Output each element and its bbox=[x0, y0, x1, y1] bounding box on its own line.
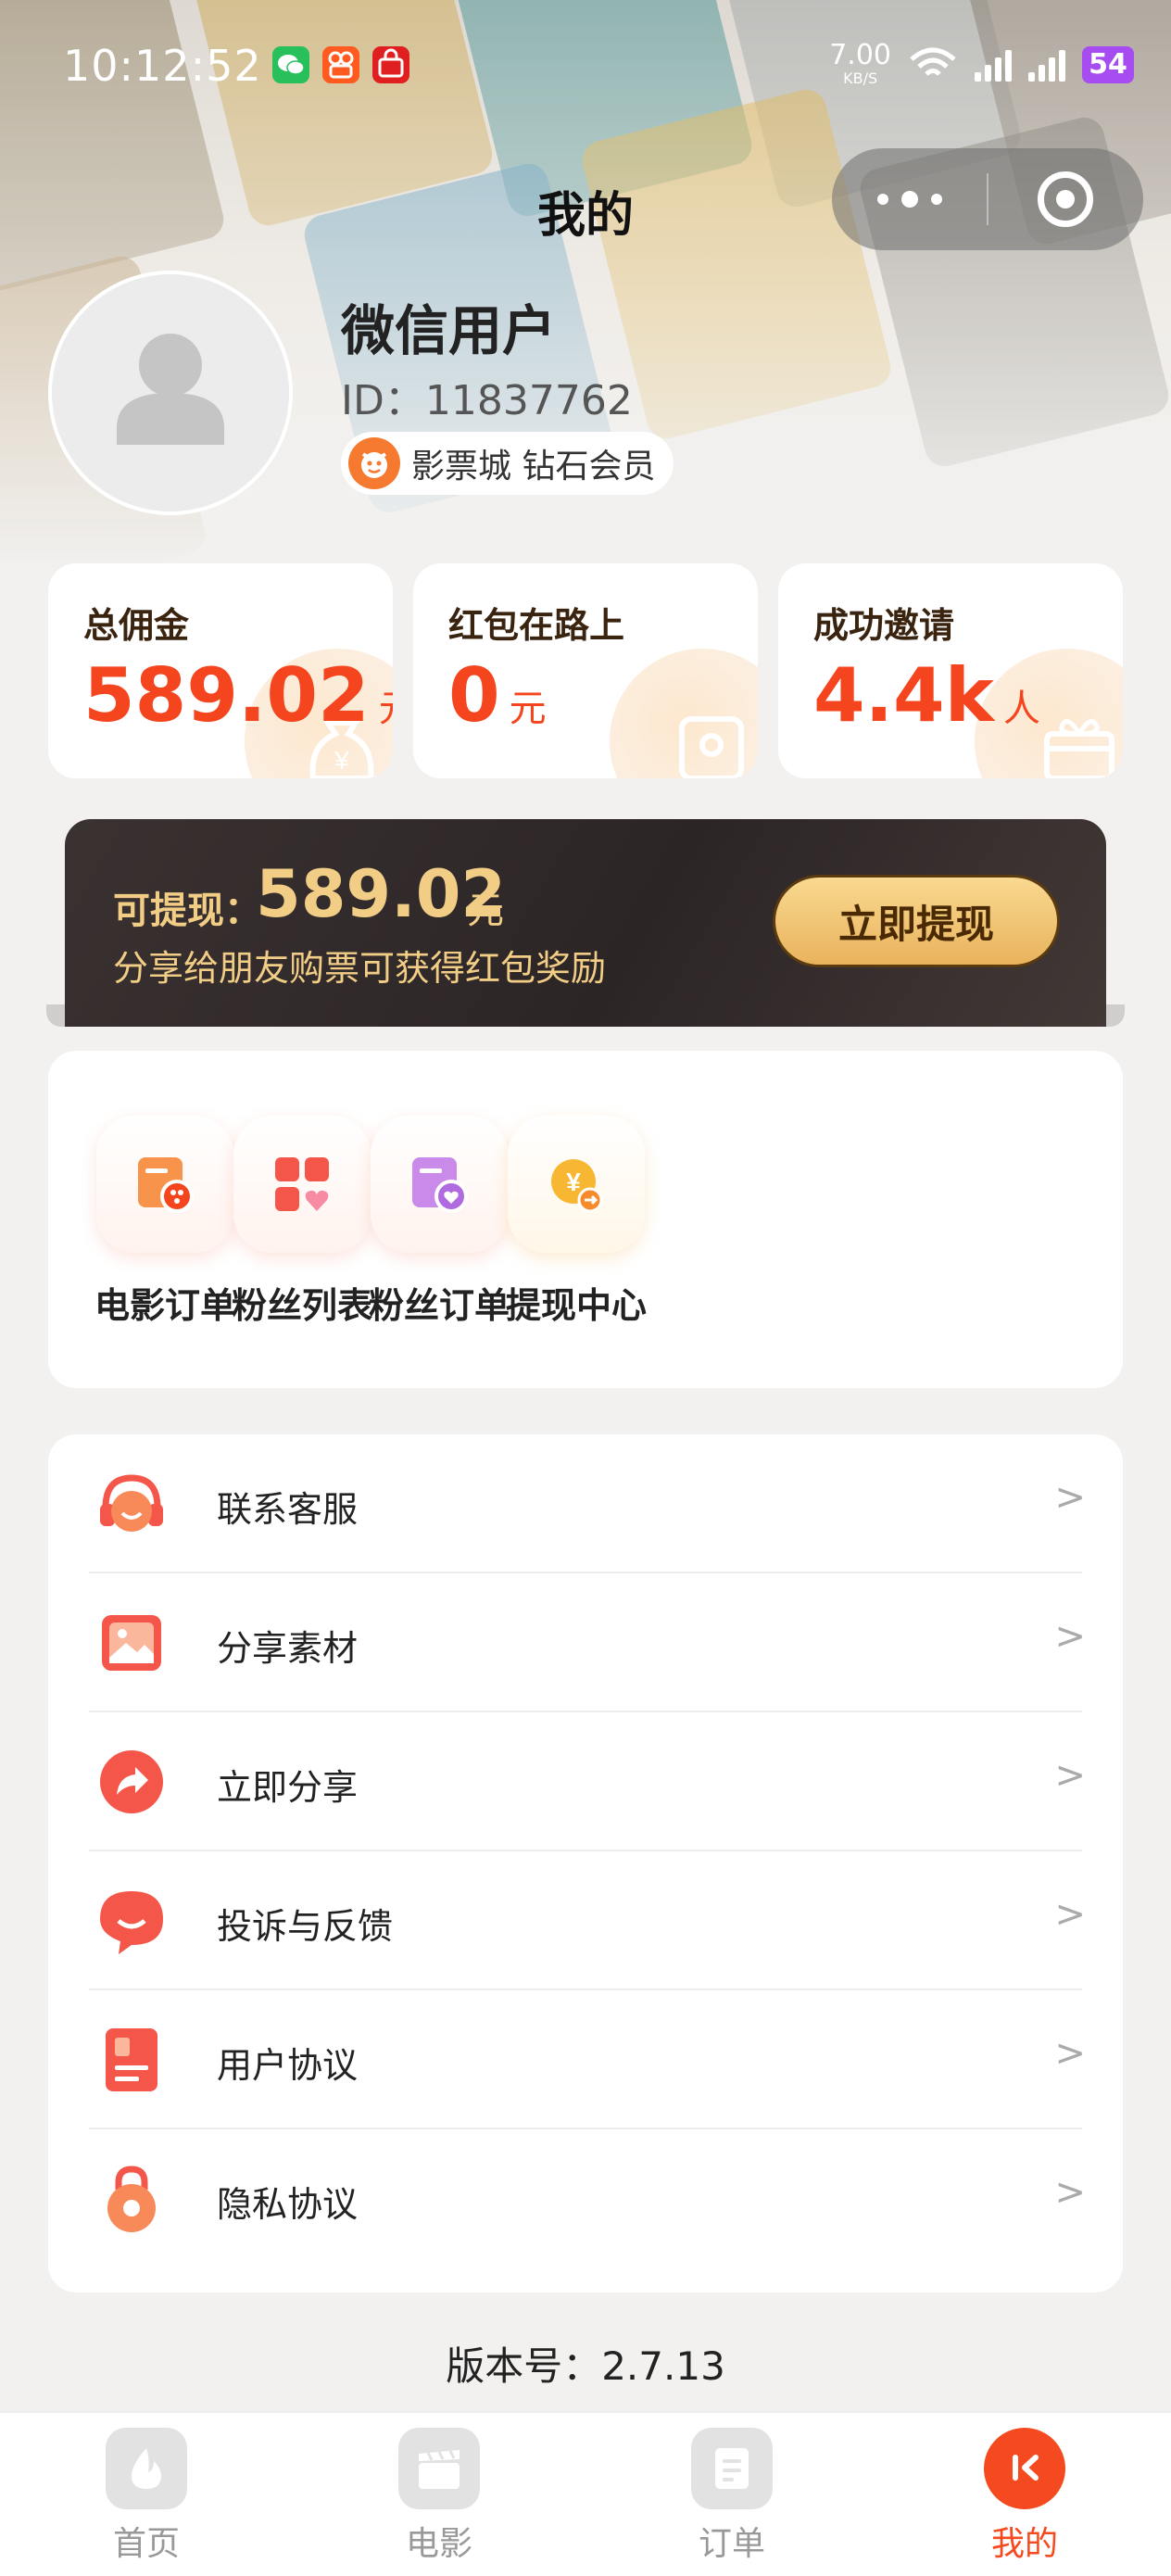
chevron-right-icon: > bbox=[1054, 2032, 1086, 2075]
stat-value: 4.4k bbox=[813, 652, 994, 739]
kuaishou-icon bbox=[322, 46, 359, 83]
signal-icon bbox=[975, 48, 1012, 82]
menu-list: 联系客服 > 分享素材 > 立即分享 > 投诉与反馈 > 用户协议 > 隐私协议… bbox=[48, 1434, 1123, 2292]
headset-icon bbox=[100, 1474, 163, 1532]
wifi-icon bbox=[910, 47, 956, 76]
menu-item-share-now[interactable]: 立即分享 > bbox=[48, 1712, 1123, 1851]
chevron-right-icon: > bbox=[1054, 1615, 1086, 1658]
chevron-right-icon: > bbox=[1054, 2171, 1086, 2214]
receipt-icon bbox=[691, 2428, 773, 2509]
gift-icon bbox=[1044, 719, 1114, 778]
feedback-icon bbox=[100, 1891, 163, 1954]
more-menu-button[interactable] bbox=[832, 191, 987, 208]
stat-unit: 元 bbox=[379, 678, 393, 732]
stat-title: 总佣金 bbox=[83, 605, 190, 646]
bottom-tab-bar: 首页 电影 订单 我的 bbox=[0, 2411, 1171, 2576]
withdraw-center-icon: ¥ bbox=[508, 1116, 645, 1253]
stat-value: 0 bbox=[448, 652, 500, 739]
home-icon bbox=[106, 2428, 187, 2509]
vip-badge: 影票城 钻石会员 bbox=[341, 432, 674, 495]
menu-item-feedback[interactable]: 投诉与反馈 > bbox=[48, 1851, 1123, 1990]
status-bar: 10:12:52 7.00 KB/S 54 bbox=[0, 0, 1171, 139]
mascot-icon bbox=[348, 437, 400, 489]
stat-card-red-packet[interactable]: 红包在路上 0 元 bbox=[413, 563, 758, 778]
lock-icon bbox=[107, 2166, 156, 2232]
quick-actions-card: 电影订单 粉丝列表 粉丝订单 ¥ 提现中心 bbox=[48, 1051, 1123, 1388]
tab-label: 订单 bbox=[698, 2525, 765, 2563]
status-time: 10:12:52 bbox=[63, 41, 262, 91]
svg-text:¥: ¥ bbox=[566, 1168, 581, 1196]
chevron-right-icon: > bbox=[1054, 1754, 1086, 1797]
status-indicators: 7.00 KB/S 54 bbox=[829, 37, 1134, 93]
version-label: 版本号：2.7.13 bbox=[446, 2343, 725, 2389]
stat-unit: 元 bbox=[509, 688, 547, 730]
image-icon bbox=[102, 1615, 161, 1671]
signal-icon-2 bbox=[1028, 48, 1065, 82]
share-icon bbox=[100, 1750, 163, 1813]
stat-title: 成功邀请 bbox=[813, 605, 955, 646]
withdraw-unit: 元 bbox=[467, 890, 504, 932]
withdraw-now-button[interactable]: 立即提现 bbox=[773, 875, 1060, 967]
menu-item-share-materials[interactable]: 分享素材 > bbox=[48, 1573, 1123, 1712]
miniprogram-capsule bbox=[832, 148, 1143, 250]
tab-label: 电影 bbox=[405, 2525, 472, 2563]
tab-label: 首页 bbox=[112, 2525, 180, 2563]
tab-movies[interactable]: 电影 bbox=[365, 2428, 513, 2565]
stat-card-commission[interactable]: ¥ 总佣金 589.02 元 bbox=[48, 563, 393, 778]
menu-item-user-agreement[interactable]: 用户协议 > bbox=[48, 1990, 1123, 2129]
svg-text:¥: ¥ bbox=[334, 746, 349, 775]
avatar[interactable] bbox=[48, 271, 293, 515]
menu-label: 投诉与反馈 bbox=[217, 1906, 394, 1947]
user-name: 微信用户 bbox=[341, 299, 557, 362]
menu-label: 分享素材 bbox=[217, 1628, 359, 1669]
quick-action-withdraw-center[interactable]: ¥ 提现中心 bbox=[484, 1116, 669, 1328]
menu-label: 联系客服 bbox=[217, 1489, 359, 1530]
user-logo-icon bbox=[984, 2428, 1065, 2509]
tab-orders[interactable]: 订单 bbox=[658, 2428, 806, 2565]
menu-item-customer-service[interactable]: 联系客服 > bbox=[48, 1434, 1123, 1573]
withdraw-tip: 分享给朋友购票可获得红包奖励 bbox=[113, 948, 607, 989]
menu-label: 用户协议 bbox=[217, 2045, 359, 2086]
withdraw-banner: 可提现： 589.02 元 分享给朋友购票可获得红包奖励 立即提现 bbox=[65, 819, 1106, 1027]
wechat-icon bbox=[272, 46, 309, 83]
tab-mine[interactable]: 我的 bbox=[951, 2428, 1099, 2565]
menu-item-privacy-agreement[interactable]: 隐私协议 > bbox=[48, 2129, 1123, 2268]
red-packet-icon bbox=[679, 716, 744, 778]
withdraw-label: 可提现： bbox=[113, 890, 261, 932]
document-icon bbox=[106, 2028, 157, 2091]
close-miniprogram-button[interactable] bbox=[988, 171, 1143, 227]
menu-label: 隐私协议 bbox=[217, 2184, 359, 2225]
stat-value: 589.02 bbox=[83, 652, 370, 739]
menu-label: 立即分享 bbox=[217, 1767, 359, 1808]
shopping-app-icon bbox=[372, 46, 409, 83]
tab-label: 我的 bbox=[990, 2525, 1058, 2563]
battery-indicator: 54 bbox=[1082, 46, 1134, 83]
chevron-right-icon: > bbox=[1054, 1476, 1086, 1519]
clapperboard-icon bbox=[398, 2428, 480, 2509]
network-speed: 7.00 KB/S bbox=[829, 39, 891, 88]
quick-action-label: 提现中心 bbox=[505, 1285, 647, 1326]
default-avatar-icon bbox=[117, 334, 224, 445]
stat-card-invites[interactable]: 成功邀请 4.4k 人 bbox=[778, 563, 1123, 778]
stat-unit: 人 bbox=[1002, 688, 1040, 730]
target-icon bbox=[1038, 171, 1094, 227]
vip-label: 影票城 钻石会员 bbox=[411, 448, 656, 486]
tab-home[interactable]: 首页 bbox=[72, 2428, 220, 2565]
stat-title: 红包在路上 bbox=[448, 605, 625, 646]
chevron-right-icon: > bbox=[1054, 1893, 1086, 1936]
user-id: ID：11837762 bbox=[341, 377, 633, 424]
